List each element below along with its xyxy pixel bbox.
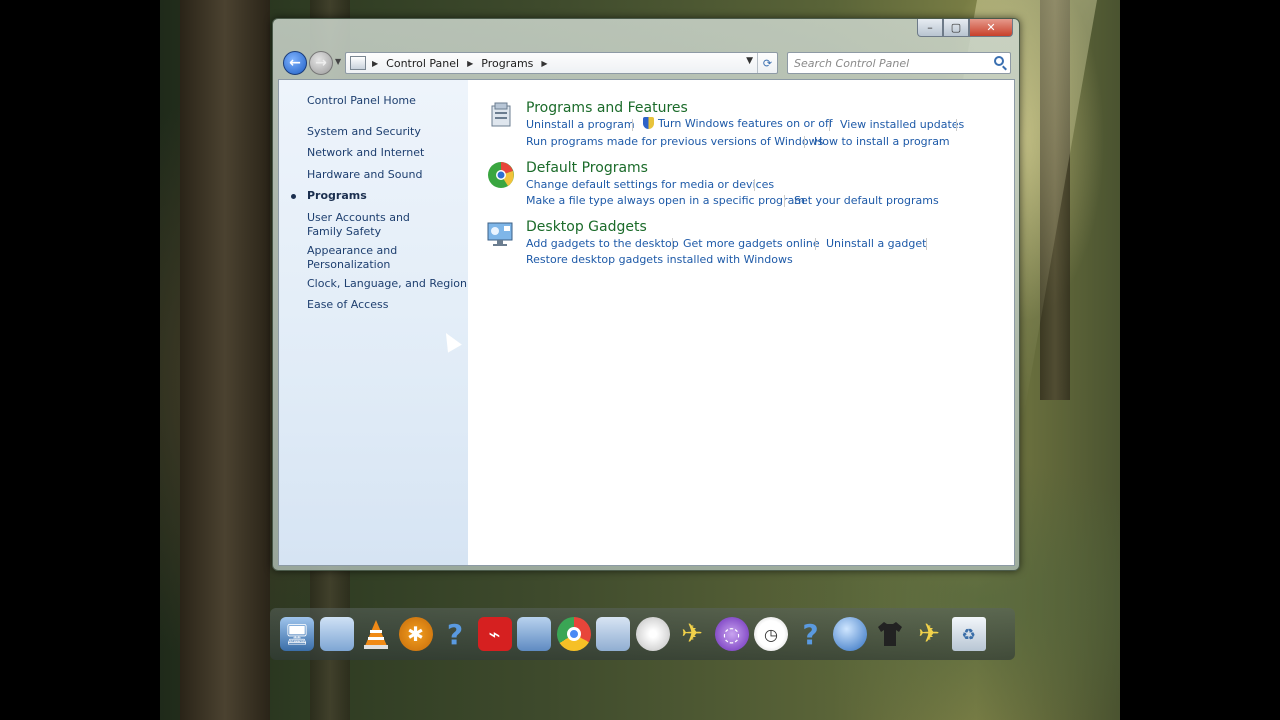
task-add-gadgets[interactable]: Add gadgets to the desktop: [526, 237, 679, 250]
documents-icon[interactable]: [596, 617, 630, 651]
task-run-previous-versions[interactable]: Run programs made for previous versions …: [526, 135, 823, 148]
recycle-bin-icon[interactable]: ♻: [951, 617, 986, 651]
minimize-button[interactable]: –: [917, 19, 943, 37]
divider: [754, 179, 755, 191]
category-title[interactable]: Default Programs: [526, 160, 648, 176]
sidebar: Control Panel Home System and Security N…: [279, 80, 468, 565]
chevron-right-icon[interactable]: ▶: [372, 59, 378, 68]
current-item-bullet: [291, 194, 296, 199]
chrome-icon[interactable]: [556, 617, 591, 651]
category-title[interactable]: Desktop Gadgets: [526, 219, 647, 235]
divider: [956, 119, 957, 131]
task-set-default-programs[interactable]: Set your default programs: [794, 194, 939, 207]
close-button[interactable]: ✕: [969, 19, 1013, 37]
task-uninstall-program[interactable]: Uninstall a program: [526, 118, 635, 131]
vlc-icon[interactable]: [359, 617, 393, 651]
sidebar-item-system-security[interactable]: System and Security: [307, 125, 421, 139]
uac-shield-icon: [643, 117, 654, 129]
task-view-updates[interactable]: View installed updates: [840, 118, 964, 131]
task-more-gadgets[interactable]: Get more gadgets online: [683, 237, 820, 250]
divider: [672, 238, 673, 250]
task-how-to-install[interactable]: How to install a program: [814, 135, 950, 148]
content-area: Control Panel Home System and Security N…: [278, 79, 1015, 566]
sidebar-item-home[interactable]: Control Panel Home: [307, 94, 416, 108]
arrow-left-icon: ←: [289, 55, 301, 71]
avast-icon[interactable]: ✱: [398, 617, 433, 651]
search-placeholder: Search Control Panel: [794, 57, 910, 70]
divider: [815, 238, 816, 250]
task-uninstall-gadget[interactable]: Uninstall a gadget: [826, 237, 926, 250]
divider: [829, 119, 830, 131]
navigation-bar: ← → ▼ ▶ Control Panel ▶ Programs ▶ ▼ ⟳ S…: [281, 49, 1011, 75]
control-panel-icon: [350, 56, 366, 70]
bittorrent-icon[interactable]: ◌: [714, 617, 749, 651]
search-icon[interactable]: [994, 56, 1004, 66]
control-panel-window: – ▢ ✕ ← → ▼ ▶ Control Panel ▶ Programs ▶…: [272, 18, 1020, 571]
sidebar-item-user-accounts[interactable]: User Accounts and Family Safety: [307, 211, 447, 239]
task-file-type-association[interactable]: Make a file type always open in a specif…: [526, 194, 805, 207]
main-pane: Programs and Features Uninstall a progra…: [468, 80, 1014, 565]
airplane-icon[interactable]: ✈: [675, 617, 709, 651]
acrobat-icon[interactable]: ⌁: [477, 617, 512, 651]
task-restore-gadgets[interactable]: Restore desktop gadgets installed with W…: [526, 253, 793, 266]
network-globe-icon[interactable]: [833, 617, 867, 651]
chevron-right-icon[interactable]: ▶: [541, 59, 547, 68]
disc-icon[interactable]: [635, 617, 670, 651]
divider: [926, 238, 927, 250]
computer-icon[interactable]: 🖥: [280, 617, 314, 651]
default-programs-icon: [488, 162, 514, 188]
folder-icon[interactable]: [517, 617, 551, 651]
task-change-defaults-media[interactable]: Change default settings for media or dev…: [526, 178, 774, 191]
sidebar-item-network-internet[interactable]: Network and Internet: [307, 146, 424, 160]
desktop-gadgets-icon: [487, 222, 513, 246]
tshirt-icon[interactable]: [873, 617, 907, 651]
sidebar-item-hardware-sound[interactable]: Hardware and Sound: [307, 168, 422, 182]
category-title[interactable]: Programs and Features: [526, 100, 688, 116]
address-bar[interactable]: ▶ Control Panel ▶ Programs ▶ ▼ ⟳: [345, 52, 778, 74]
divider: [632, 119, 633, 131]
help-icon[interactable]: ?: [794, 617, 828, 651]
dock-bar: 🖥 ✱ ? ⌁ ✈ ◌ ◷ ? ✈ ♻: [270, 608, 1015, 660]
divider: [804, 136, 805, 148]
task-label: Turn Windows features on or off: [658, 117, 833, 130]
breadcrumb-control-panel[interactable]: Control Panel: [386, 57, 459, 70]
maximize-button[interactable]: ▢: [943, 19, 969, 37]
chevron-right-icon[interactable]: ▶: [467, 59, 473, 68]
programs-features-icon: [491, 102, 511, 127]
help-icon[interactable]: ?: [438, 617, 472, 651]
recent-pages-dropdown[interactable]: ▼: [335, 57, 341, 66]
search-input[interactable]: Search Control Panel: [787, 52, 1011, 74]
sidebar-item-programs[interactable]: Programs: [307, 189, 367, 203]
refresh-icon[interactable]: ⟳: [757, 53, 777, 73]
tree-trunk: [180, 0, 270, 720]
breadcrumb-programs[interactable]: Programs: [481, 57, 533, 70]
divider: [784, 195, 785, 207]
sidebar-item-clock-language[interactable]: Clock, Language, and Region: [307, 277, 467, 291]
task-windows-features[interactable]: Turn Windows features on or off: [643, 117, 833, 130]
sidebar-item-ease-of-access[interactable]: Ease of Access: [307, 298, 388, 312]
clock-icon[interactable]: ◷: [754, 617, 788, 651]
address-dropdown-icon[interactable]: ▼: [746, 56, 753, 66]
airplane-icon[interactable]: ✈: [912, 617, 946, 651]
sidebar-item-appearance[interactable]: Appearance and Personalization: [307, 244, 417, 272]
forward-button[interactable]: →: [309, 51, 333, 75]
caption-buttons: – ▢ ✕: [917, 19, 1013, 37]
arrow-right-icon: →: [315, 55, 327, 71]
back-button[interactable]: ←: [283, 51, 307, 75]
folder-icon[interactable]: [319, 617, 354, 651]
